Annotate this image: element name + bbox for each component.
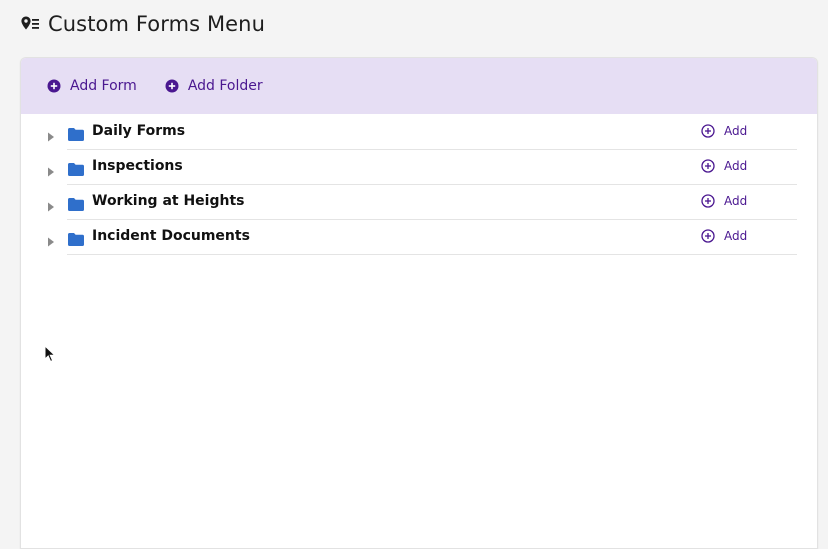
add-to-folder-button[interactable]: Add bbox=[701, 229, 747, 243]
mouse-pointer-icon bbox=[44, 344, 56, 363]
plus-circle-outline-icon bbox=[701, 229, 715, 243]
caret-right-icon[interactable] bbox=[47, 197, 55, 212]
caret-right-icon[interactable] bbox=[47, 232, 55, 247]
plus-circle-icon bbox=[165, 79, 179, 93]
folder-icon bbox=[68, 161, 84, 176]
add-to-folder-button[interactable]: Add bbox=[701, 124, 747, 138]
caret-right-icon[interactable] bbox=[47, 127, 55, 142]
folder-row[interactable]: Working at Heights Add bbox=[21, 185, 817, 220]
add-label: Add bbox=[724, 124, 748, 138]
add-label: Add bbox=[724, 159, 748, 173]
page-title: Custom Forms Menu bbox=[48, 12, 266, 36]
folder-name[interactable]: Incident Documents bbox=[92, 228, 250, 244]
folder-name[interactable]: Working at Heights bbox=[92, 193, 244, 209]
folder-icon bbox=[68, 126, 84, 141]
add-to-folder-button[interactable]: Add bbox=[701, 194, 747, 208]
folder-icon bbox=[68, 196, 84, 211]
folder-tree: Daily Forms Add Inspections Add Working … bbox=[21, 115, 817, 255]
plus-circle-icon bbox=[47, 79, 61, 93]
plus-circle-outline-icon bbox=[701, 194, 715, 208]
page-header: Custom Forms Menu bbox=[20, 9, 265, 39]
plus-circle-outline-icon bbox=[701, 124, 715, 138]
add-form-button[interactable]: Add Form bbox=[47, 78, 137, 94]
caret-right-icon[interactable] bbox=[47, 162, 55, 177]
toolbar: Add Form Add Folder bbox=[21, 58, 817, 114]
add-folder-label: Add Folder bbox=[187, 78, 263, 94]
folder-name[interactable]: Daily Forms bbox=[92, 123, 185, 139]
folder-row[interactable]: Daily Forms Add bbox=[21, 115, 817, 150]
add-label: Add bbox=[724, 194, 748, 208]
add-folder-button[interactable]: Add Folder bbox=[165, 78, 263, 94]
forms-panel: Add Form Add Folder Daily Forms Add Insp… bbox=[20, 57, 818, 549]
add-to-folder-button[interactable]: Add bbox=[701, 159, 747, 173]
row-divider bbox=[67, 254, 797, 255]
folder-row[interactable]: Inspections Add bbox=[21, 150, 817, 185]
folder-name[interactable]: Inspections bbox=[92, 158, 183, 174]
plus-circle-outline-icon bbox=[701, 159, 715, 173]
location-list-icon bbox=[20, 15, 40, 33]
add-form-label: Add Form bbox=[70, 78, 137, 94]
folder-row[interactable]: Incident Documents Add bbox=[21, 220, 817, 255]
add-label: Add bbox=[724, 229, 748, 243]
folder-icon bbox=[68, 231, 84, 246]
